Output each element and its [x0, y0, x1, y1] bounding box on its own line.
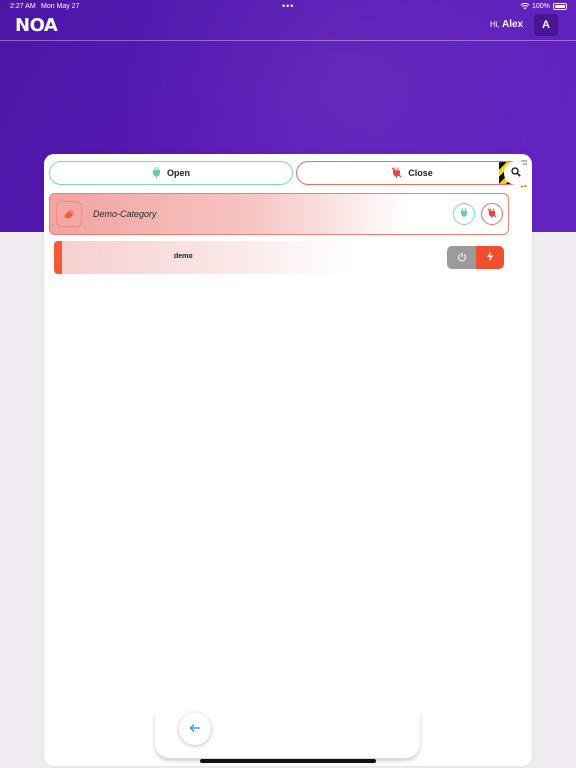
- device-row-background: [62, 241, 352, 274]
- avatar[interactable]: A: [534, 14, 558, 36]
- device-name: demo: [174, 253, 193, 260]
- battery-percent: 100%: [532, 3, 550, 10]
- header-divider: [0, 40, 576, 41]
- device-row[interactable]: demo: [54, 241, 504, 274]
- status-date: Mon May 27: [41, 3, 80, 10]
- status-bar: 2:27 AM Mon May 27 ••• 100%: [0, 0, 576, 14]
- category-open-button[interactable]: [453, 203, 475, 225]
- arrow-left-icon: [189, 720, 201, 738]
- user-name: Alex: [502, 19, 524, 30]
- category-row[interactable]: Demo-Category: [49, 193, 509, 235]
- device-flash-button[interactable]: [476, 246, 504, 269]
- unplug-icon: [391, 167, 402, 180]
- device-status-indicator: [54, 241, 62, 274]
- app-logo: NOA: [15, 15, 58, 36]
- unplug-icon: [487, 205, 497, 223]
- eraser-icon: [56, 201, 82, 227]
- wifi-icon: [520, 2, 530, 12]
- back-button[interactable]: [179, 713, 211, 745]
- battery-icon: [553, 3, 567, 10]
- category-close-button[interactable]: [481, 203, 503, 225]
- close-label: Close: [408, 168, 433, 178]
- corner-marker-icon: [521, 160, 527, 187]
- lightning-icon: [486, 249, 494, 267]
- open-label: Open: [166, 168, 190, 178]
- status-time: 2:27 AM: [10, 3, 36, 10]
- plug-icon: [152, 166, 161, 180]
- greeting-text: Hi,: [490, 20, 500, 29]
- category-name: Demo-Category: [93, 209, 157, 219]
- multitask-dots-icon: •••: [282, 1, 295, 11]
- power-icon: [457, 249, 467, 267]
- main-card: Open Close Demo-Category demo: [44, 154, 532, 766]
- device-power-button[interactable]: [447, 246, 476, 269]
- close-all-button[interactable]: Close: [296, 161, 528, 185]
- open-all-button[interactable]: Open: [49, 161, 293, 185]
- plug-icon: [460, 205, 468, 223]
- home-indicator[interactable]: [200, 759, 376, 763]
